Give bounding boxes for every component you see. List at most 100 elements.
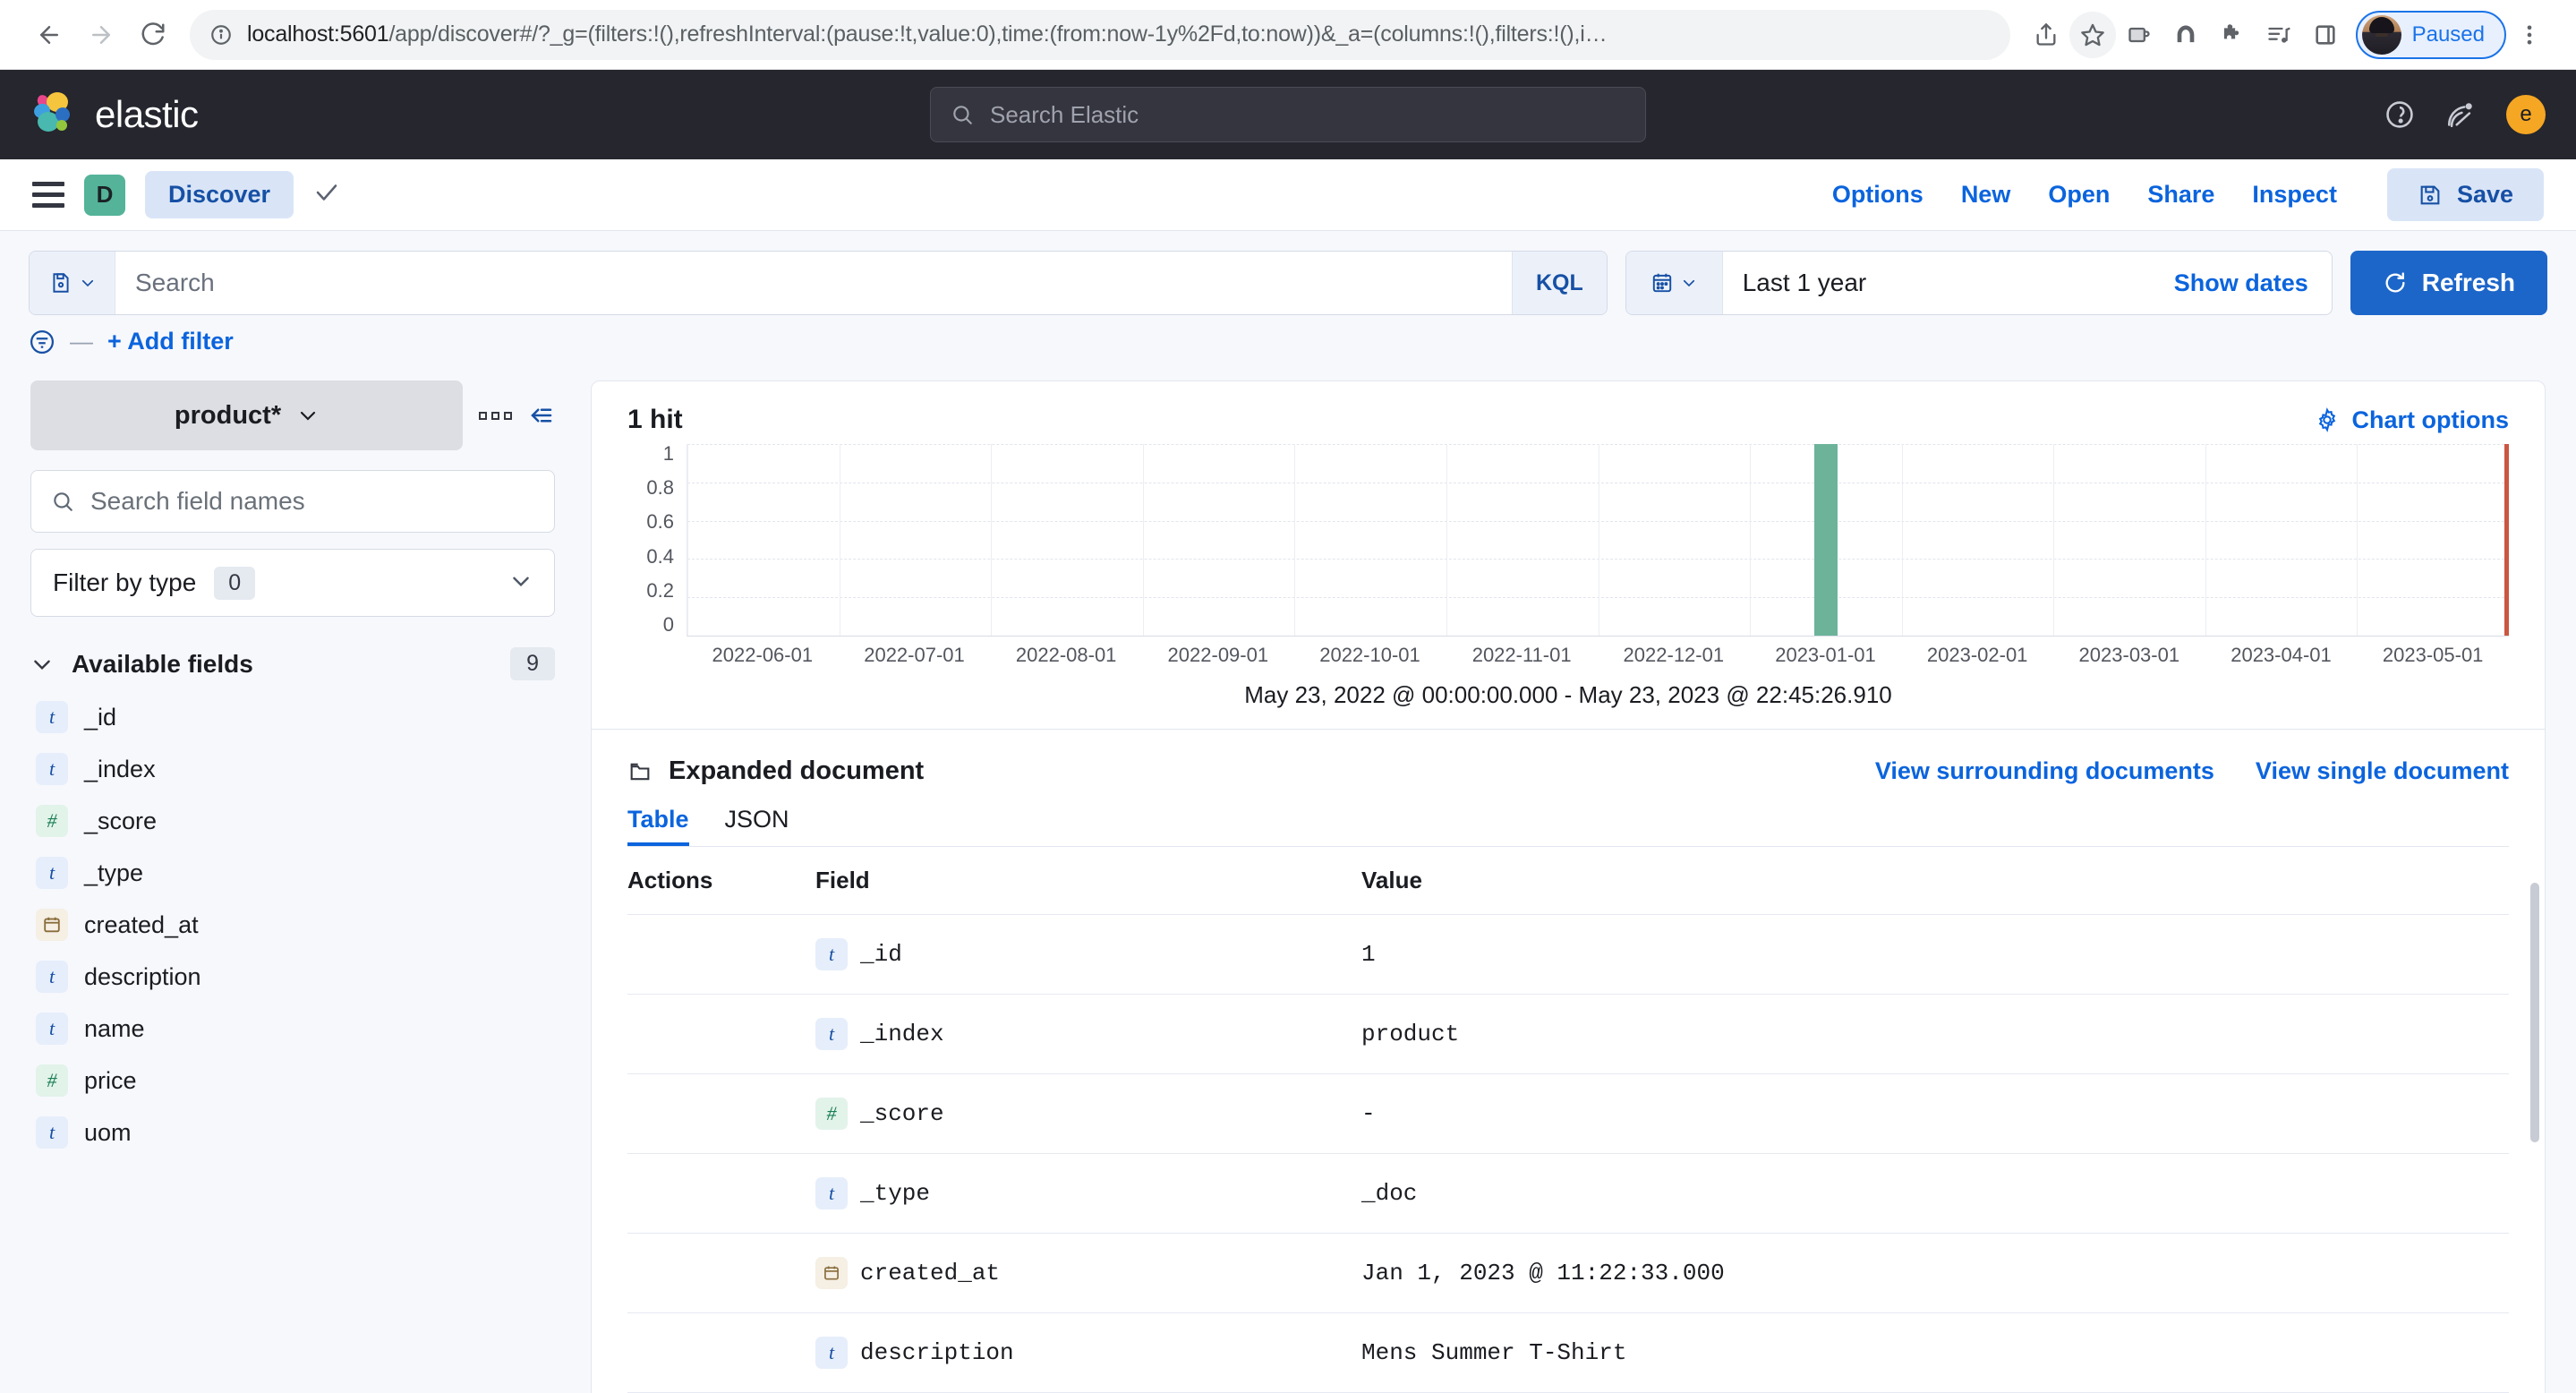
address-bar[interactable]: localhost:5601/app/discover#/?_g=(filter… xyxy=(190,9,2010,60)
field-name: created_at xyxy=(84,910,199,938)
column-header-value: Value xyxy=(1361,867,1422,893)
folder-icon xyxy=(627,759,653,784)
expanded-document-header: Expanded document View surrounding docum… xyxy=(592,730,2545,786)
field-search-input[interactable]: Search field names xyxy=(30,470,555,533)
playlist-music-icon[interactable] xyxy=(2256,12,2302,58)
table-row[interactable]: t _index product xyxy=(627,994,2509,1074)
field-item-created_at[interactable]: created_at xyxy=(30,899,555,951)
forward-arrow-icon[interactable] xyxy=(75,9,127,61)
table-row[interactable]: t description Mens Summer T-Shirt xyxy=(627,1312,2509,1393)
row-actions[interactable] xyxy=(627,1233,815,1313)
query-language-button[interactable]: KQL xyxy=(1511,252,1607,314)
histogram-chart[interactable]: 1 0.8 0.6 0.4 0.2 0 2022-06-01 2022-07-01… xyxy=(592,444,2545,729)
show-dates-button[interactable]: Show dates xyxy=(2174,252,2332,314)
field-item-description[interactable]: t description xyxy=(30,951,555,1003)
app-navigation-bar: D Discover Options New Open Share Inspec… xyxy=(0,159,2576,231)
profile-paused-button[interactable]: Paused xyxy=(2355,10,2506,59)
new-button[interactable]: New xyxy=(1961,181,2011,209)
inspect-button[interactable]: Inspect xyxy=(2252,181,2337,209)
share-icon[interactable] xyxy=(2023,12,2069,58)
tab-json[interactable]: JSON xyxy=(725,806,789,846)
extensions-puzzle-icon[interactable] xyxy=(2209,12,2256,58)
number-type-icon: # xyxy=(36,1064,68,1097)
back-arrow-icon[interactable] xyxy=(23,9,75,61)
field-item-_index[interactable]: t _index xyxy=(30,743,555,795)
resize-grip-icon[interactable] xyxy=(479,411,512,420)
side-panel-icon[interactable] xyxy=(2302,12,2349,58)
search-input[interactable]: Search xyxy=(115,252,1512,314)
field-item-price[interactable]: # price xyxy=(30,1055,555,1107)
index-pattern-selector[interactable]: product* xyxy=(30,380,463,450)
row-field: created_at xyxy=(815,1233,1361,1313)
check-icon[interactable] xyxy=(313,179,340,210)
document-links: View surrounding documents View single d… xyxy=(1875,757,2509,785)
user-avatar[interactable]: e xyxy=(2506,95,2546,134)
share-button[interactable]: Share xyxy=(2147,181,2214,209)
x-tick: 2022-06-01 xyxy=(712,644,814,666)
table-row[interactable]: t _type _doc xyxy=(627,1153,2509,1234)
x-tick: 2022-11-01 xyxy=(1471,644,1572,666)
global-search-input[interactable]: Search Elastic xyxy=(930,87,1646,142)
field-item-_type[interactable]: t _type xyxy=(30,847,555,899)
x-tick: 2023-01-01 xyxy=(1775,644,1876,666)
options-button[interactable]: Options xyxy=(1832,181,1923,209)
date-quick-menu-button[interactable] xyxy=(1625,252,1723,314)
elastic-logo-brand[interactable]: elastic xyxy=(30,90,199,141)
available-fields-header[interactable]: Available fields 9 xyxy=(30,647,555,680)
table-row[interactable]: # _score - xyxy=(627,1073,2509,1154)
add-filter-button[interactable]: + Add filter xyxy=(107,328,234,355)
three-dot-menu-icon[interactable] xyxy=(2506,12,2553,58)
field-list: t _id t _index # _score t _type created_… xyxy=(30,691,555,1158)
reload-icon[interactable] xyxy=(127,9,179,61)
info-circle-icon[interactable] xyxy=(209,23,233,47)
chart-options-button[interactable]: Chart options xyxy=(2315,406,2509,434)
view-surrounding-documents-link[interactable]: View surrounding documents xyxy=(1875,757,2214,785)
row-actions[interactable] xyxy=(627,914,815,995)
arc-browser-icon[interactable] xyxy=(2162,12,2209,58)
table-row[interactable]: t _id 1 xyxy=(627,914,2509,995)
collapse-sidebar-icon[interactable] xyxy=(528,402,555,429)
row-actions[interactable] xyxy=(627,1073,815,1154)
field-item-uom[interactable]: t uom xyxy=(30,1107,555,1158)
news-feed-icon[interactable] xyxy=(2445,99,2476,130)
hits-row: 1 hit Chart options xyxy=(592,381,2545,444)
filter-options-icon[interactable] xyxy=(29,329,55,355)
vertical-scrollbar[interactable] xyxy=(2530,883,2539,1142)
gridline-vertical xyxy=(1750,444,1752,636)
save-label: Save xyxy=(2456,181,2513,208)
saved-query-button[interactable] xyxy=(30,252,115,314)
app-badge-discover[interactable]: D xyxy=(84,174,125,216)
row-actions[interactable] xyxy=(627,1153,815,1234)
field-item-_score[interactable]: # _score xyxy=(30,795,555,847)
view-single-document-link[interactable]: View single document xyxy=(2256,757,2509,785)
row-actions[interactable] xyxy=(627,1312,815,1393)
field-item-_id[interactable]: t _id xyxy=(30,691,555,743)
date-range-value[interactable]: Last 1 year xyxy=(1723,252,2174,314)
table-row[interactable]: created_at Jan 1, 2023 @ 11:22:33.000 xyxy=(627,1233,2509,1313)
open-button[interactable]: Open xyxy=(2048,181,2110,209)
filter-divider: — xyxy=(70,328,93,355)
filter-by-type-button[interactable]: Filter by type 0 xyxy=(30,549,555,617)
refresh-button[interactable]: Refresh xyxy=(2350,251,2547,315)
main-content: product* Search field names Filter by ty… xyxy=(0,372,2576,1393)
y-tick: 0.2 xyxy=(646,578,674,602)
save-button[interactable]: Save xyxy=(2386,168,2544,221)
tab-card-icon[interactable] xyxy=(2116,12,2162,58)
bar[interactable] xyxy=(1813,444,1838,636)
browser-toolbar: localhost:5601/app/discover#/?_g=(filter… xyxy=(0,0,2576,70)
available-fields-count: 9 xyxy=(510,647,555,680)
row-actions[interactable] xyxy=(627,994,815,1074)
plot-canvas[interactable] xyxy=(687,444,2509,637)
tab-table[interactable]: Table xyxy=(627,806,689,846)
search-query-group: Search KQL xyxy=(29,251,1608,315)
brand-name: elastic xyxy=(95,93,199,135)
help-icon[interactable] xyxy=(2384,99,2415,130)
string-type-icon: t xyxy=(815,1337,848,1369)
menu-hamburger-icon[interactable] xyxy=(32,182,64,208)
avatar xyxy=(2361,14,2401,55)
y-tick: 1 xyxy=(662,442,674,465)
breadcrumb[interactable]: Discover xyxy=(145,171,294,218)
field-item-name[interactable]: t name xyxy=(30,1003,555,1055)
star-icon[interactable] xyxy=(2068,11,2116,58)
row-value-text: Mens Summer T-Shirt xyxy=(1361,1339,1627,1366)
